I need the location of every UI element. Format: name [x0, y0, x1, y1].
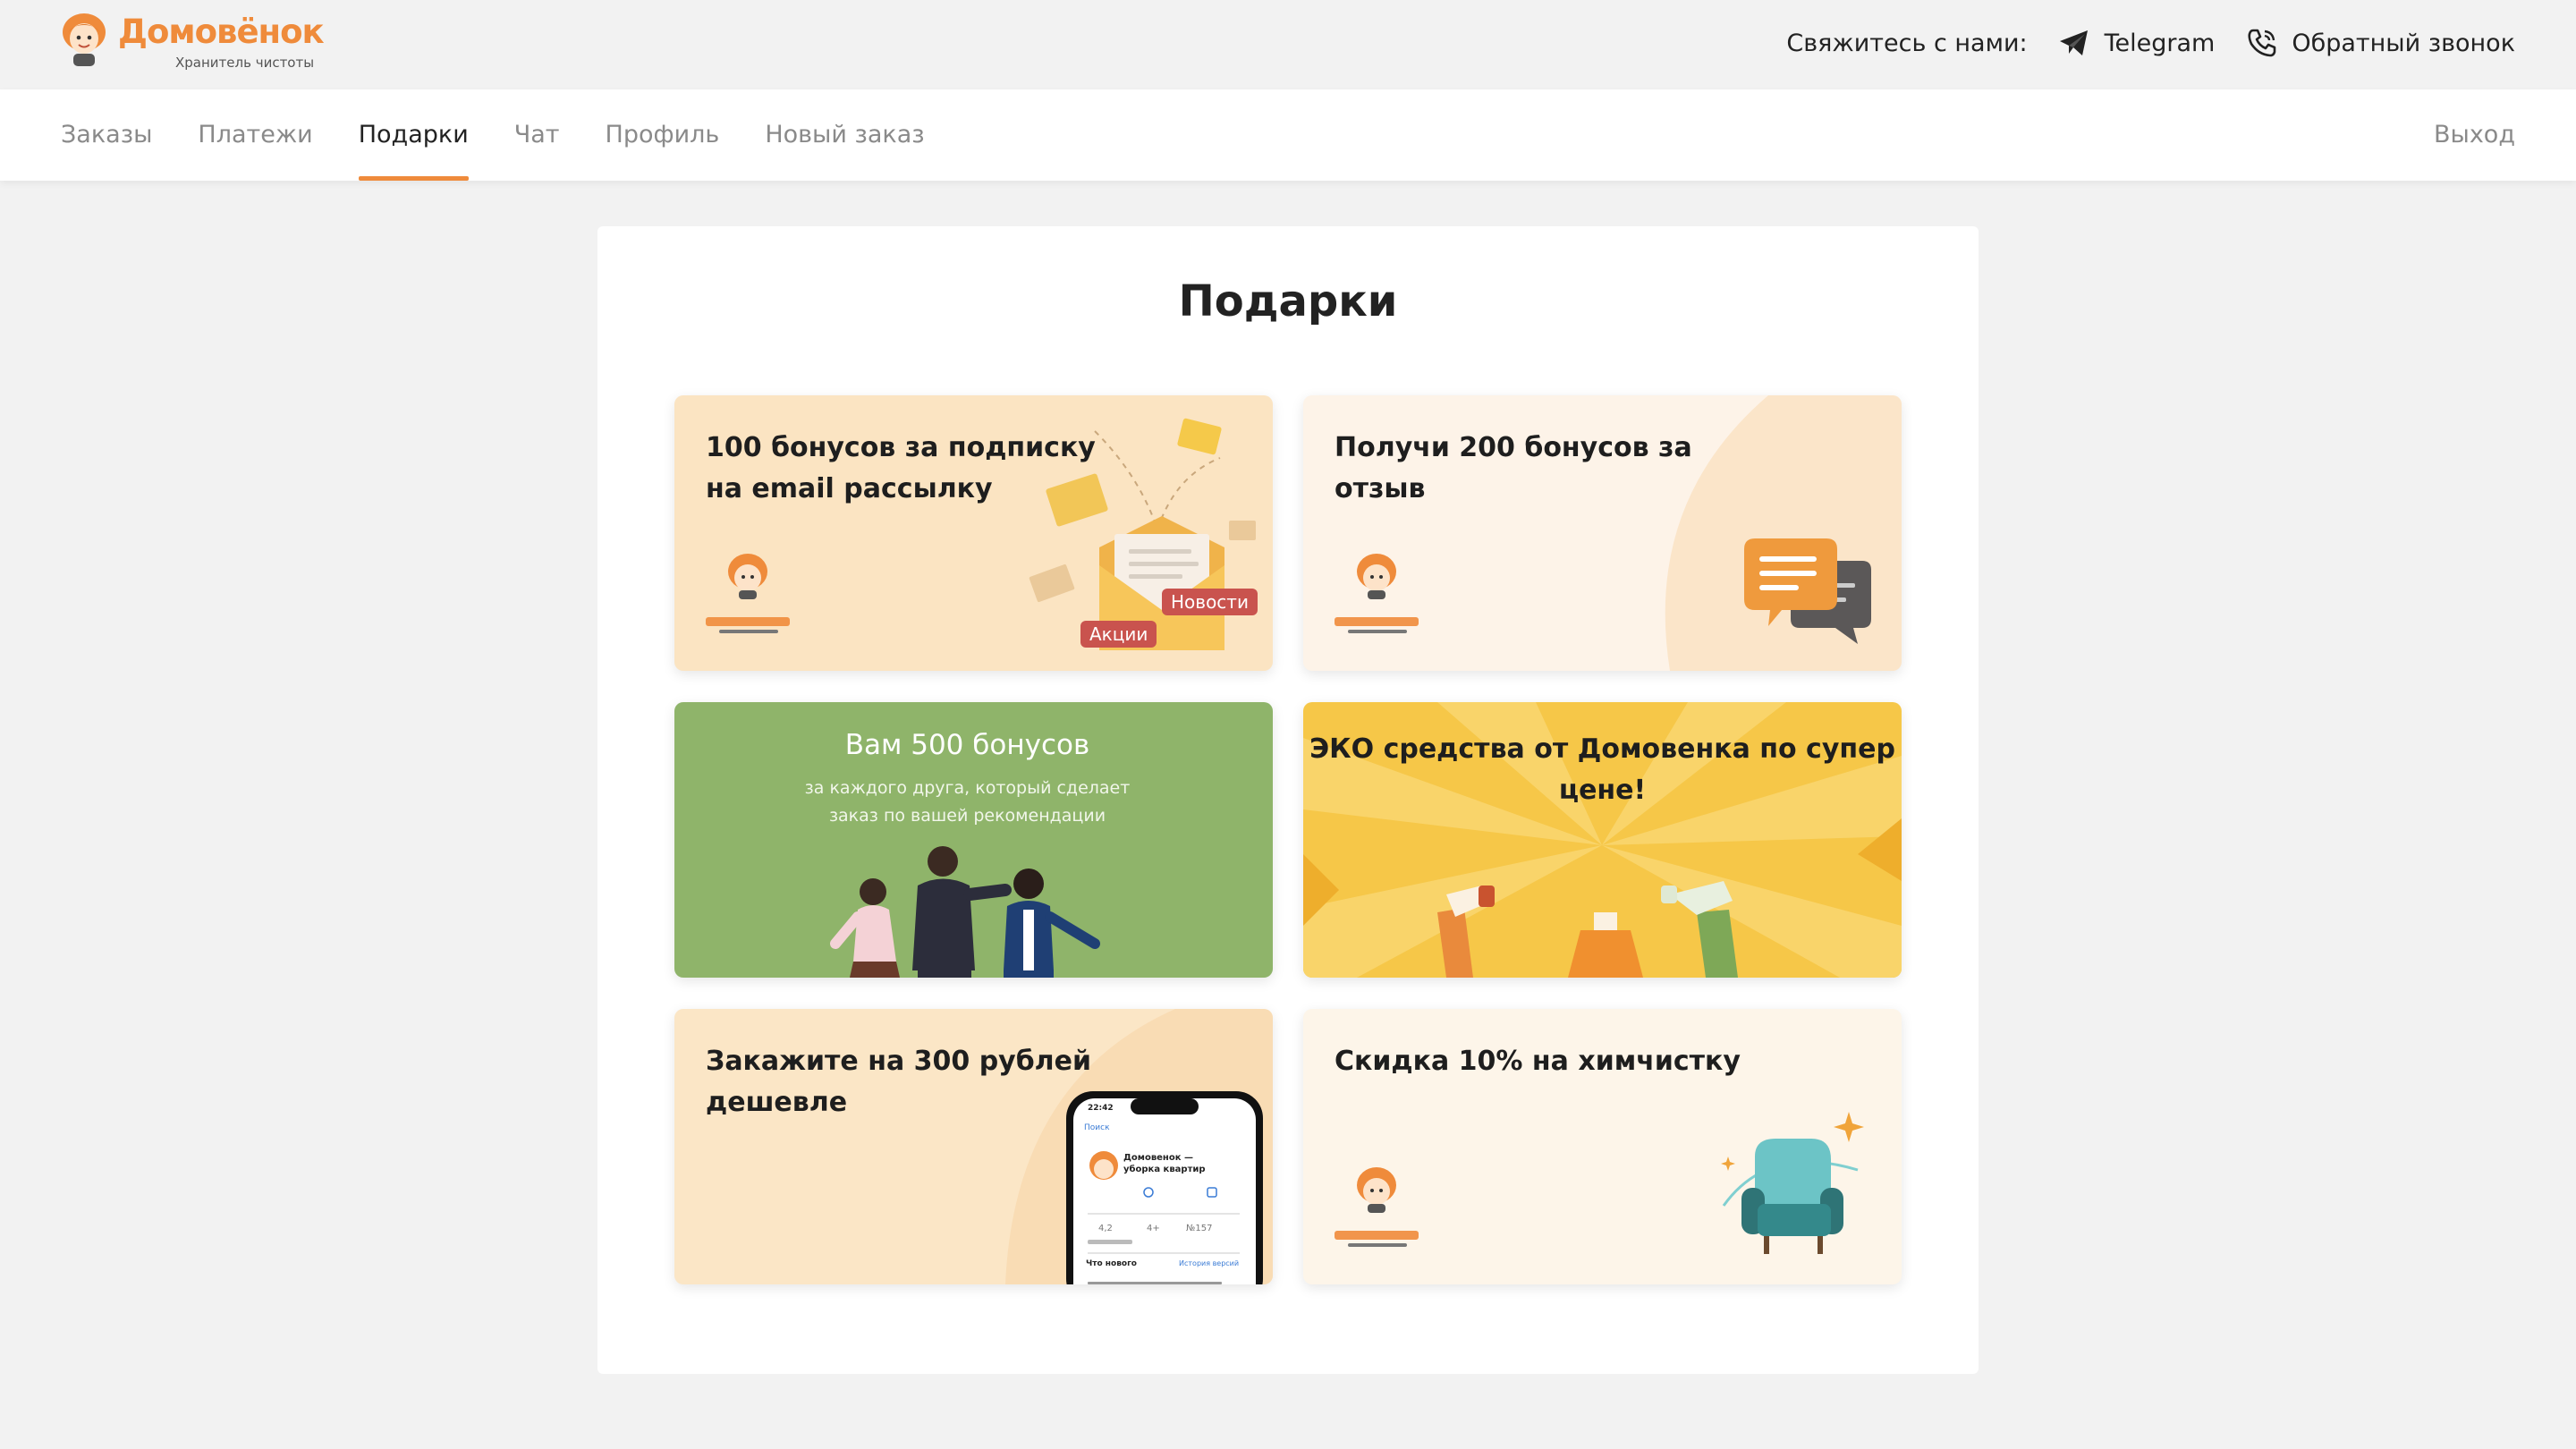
gift-card-title: Скидка 10% на химчистку	[1335, 1046, 1741, 1077]
gift-card-title: Получи 200 бонусов за отзыв	[1335, 432, 1692, 504]
telegram-link[interactable]: Telegram	[2058, 29, 2216, 57]
top-bar: Домовёнок Хранитель чистоты Свяжитесь с …	[0, 0, 2576, 89]
gift-card-title: Вам 500 бонусов	[844, 729, 1090, 761]
gift-card-referral[interactable]: Вам 500 бонусов за каждого друга, которы…	[674, 702, 1273, 978]
phone-screen: 22:42 Поиск Домовенок — уборка квартир 4…	[1073, 1098, 1256, 1284]
badge-promo: Акции	[1080, 621, 1157, 648]
gift-card-review[interactable]: Получи 200 бонусов за отзыв	[1303, 395, 1902, 671]
gift-card-title: ЭКО средства от Домовенка по супер цене!	[1309, 733, 1895, 806]
nav-tabs: Заказы Платежи Подарки Чат Профиль Новый…	[61, 89, 970, 181]
callback-label: Обратный звонок	[2292, 29, 2515, 57]
tab-orders[interactable]: Заказы	[61, 89, 152, 181]
main-nav: Заказы Платежи Подарки Чат Профиль Новый…	[0, 89, 2576, 181]
gift-card-app-discount[interactable]: Закажите на 300 рублей дешевле 22:42 Пои…	[674, 1009, 1273, 1284]
gifts-panel: Подарки 100 бонусов за подписку на email…	[597, 226, 1979, 1374]
phone-rank: №157	[1186, 1224, 1213, 1233]
tab-gifts[interactable]: Подарки	[358, 89, 469, 181]
phone-time: 22:42	[1088, 1104, 1114, 1113]
contact-block: Свяжитесь с нами: Telegram Обратный звон…	[1786, 25, 2515, 61]
brand-logo[interactable]: Домовёнок Хранитель чистоты	[59, 13, 327, 71]
domovenok-mascot-icon	[63, 13, 106, 66]
brand-name: Домовёнок	[118, 13, 325, 51]
phone-back-link: Поиск	[1084, 1123, 1110, 1132]
gift-card-eco-products[interactable]: ЭКО средства от Домовенка по супер цене!	[1303, 702, 1902, 978]
tab-chat[interactable]: Чат	[514, 89, 560, 181]
brand-tagline: Хранитель чистоты	[175, 55, 315, 71]
phone-icon	[2248, 29, 2276, 57]
badge-news: Новости	[1162, 589, 1258, 615]
logout-link[interactable]: Выход	[2434, 89, 2515, 181]
gift-card-title: 100 бонусов за подписку на email рассылк…	[706, 432, 1096, 504]
tab-new-order[interactable]: Новый заказ	[765, 89, 924, 181]
gift-card-email-subscription[interactable]: 100 бонусов за подписку на email рассылк…	[674, 395, 1273, 671]
telegram-label: Telegram	[2104, 29, 2216, 57]
phone-rating: 4,2	[1098, 1224, 1113, 1233]
callback-link[interactable]: Обратный звонок	[2247, 28, 2515, 58]
phone-app-title: Домовенок — уборка квартир	[1123, 1153, 1206, 1174]
phone-history: История версий	[1179, 1259, 1240, 1267]
contact-label: Свяжитесь с нами:	[1786, 29, 2028, 57]
page-title: Подарки	[1178, 276, 1398, 326]
gift-card-subtitle: за каждого друга, который сделает заказ …	[804, 778, 1131, 826]
phone-whats-new: Что нового	[1086, 1259, 1137, 1268]
gift-card-dry-cleaning[interactable]: Скидка 10% на химчистку	[1303, 1009, 1902, 1284]
gift-card-title: Закажите на 300 рублей дешевле	[706, 1046, 1092, 1118]
tab-payments[interactable]: Платежи	[198, 89, 312, 181]
phone-age: 4+	[1147, 1224, 1160, 1233]
tab-profile[interactable]: Профиль	[606, 89, 720, 181]
paper-plane-icon	[2059, 30, 2088, 55]
